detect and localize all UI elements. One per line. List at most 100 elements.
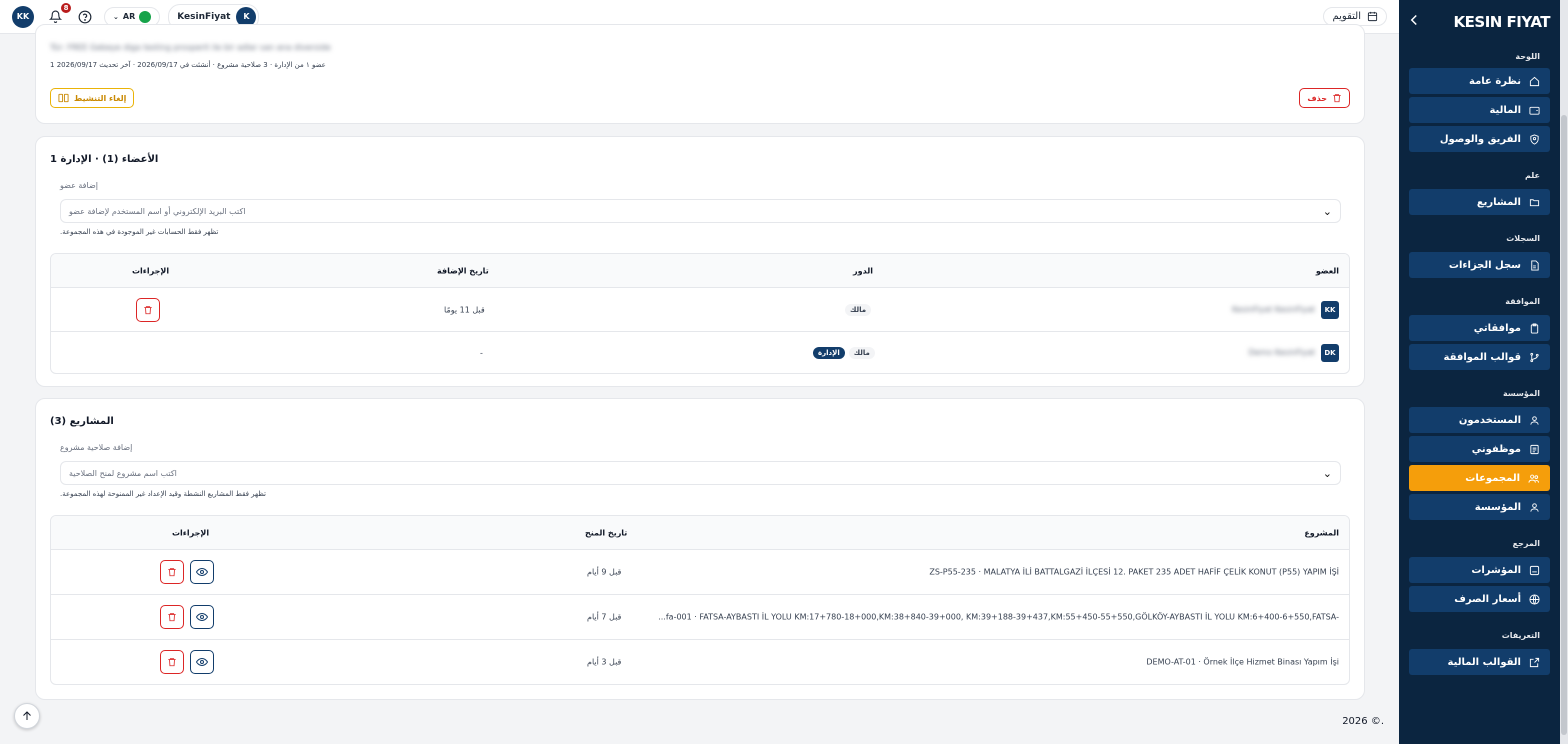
projects-table-header: المشروع تاريخ المنح الإجراءات [51,516,1349,550]
sidebar-item-label: موافقاتي [1473,322,1521,334]
group-info-card: Tür: FREE Gebeye diga testing prosperit … [35,24,1365,124]
sidebar-item-finance-templates[interactable]: القوالب المالية [1409,649,1550,675]
sidebar-item-groups[interactable]: المجموعات [1409,465,1550,491]
col-granted: تاريخ المنح [585,528,628,537]
clipboard-icon [1530,322,1539,334]
trash-icon [168,658,176,667]
external-link-icon [1529,657,1540,667]
folder-icon [1529,198,1540,206]
col-member: العضو [1315,266,1339,275]
sidebar-item-label: المشاريع [1476,196,1521,208]
eye-icon [196,567,208,577]
sidebar-section-reference: المرجع [1512,538,1540,548]
sidebar: KESIN FIYAT اللوحة نظرة عامة المالية الف… [1399,0,1560,744]
revoke-project-button[interactable] [160,650,184,674]
view-project-button[interactable] [190,605,214,629]
role-chip: مالك [845,303,872,316]
trash-icon [144,305,152,314]
sidebar-item-approval-templates[interactable]: قوالب الموافقة [1409,344,1550,370]
sidebar-item-label: المستخدمون [1458,414,1521,426]
calendar-icon [1367,11,1378,22]
scrollbar-thumb[interactable] [1561,115,1567,735]
col-project: المشروع [1304,528,1339,537]
notifications-badge: 8 [59,0,73,15]
revoke-project-button[interactable] [160,605,184,629]
sidebar-item-label: المجموعات [1465,472,1520,484]
col-actions: الإجراءات [132,266,170,275]
shield-user-icon [1530,133,1539,145]
sidebar-item-label: أسعار الصرف [1454,593,1521,605]
gauge-icon [1529,565,1540,575]
granted-date: قبل 7 أيام [587,612,622,622]
admin-badge: الإدارة [813,346,845,359]
file-text-icon [1531,259,1539,271]
sidebar-item-label: نظرة عامة [1469,75,1521,87]
table-row: ...fa-001 · FATSA-AYBASTI İL YOLU KM:17+… [51,595,1349,640]
view-project-button[interactable] [190,650,214,674]
scroll-to-top-button[interactable] [14,703,40,729]
collapse-sidebar-button[interactable] [1409,14,1419,30]
trash-icon [168,613,176,622]
sidebar-section-definitions: التعريفات [1501,630,1540,640]
add-member-hint: تظهر فقط الحسابات غير الموجودة في هذه ال… [60,228,219,236]
col-role: الدور [853,266,873,275]
help-icon [78,10,92,23]
member-avatar: DK [1321,343,1339,362]
sidebar-item-employees[interactable]: موظفوني [1409,436,1550,462]
members-table-header: العضو الدور تاريخ الإضافة الإجراءات [51,254,1349,288]
main-content: Tür: FREE Gebeye diga testing prosperit … [0,24,1399,744]
notifications-button[interactable]: 8 [46,0,73,26]
add-project-label: إضافة صلاحية مشروع [60,443,133,452]
projects-table: المشروع تاريخ المنح الإجراءات ZS-P55-235… [50,515,1350,685]
members-card: الأعضاء (1) · الإدارة 1 إضافة عضو اكتب ا… [35,136,1365,387]
sidebar-item-institution[interactable]: المؤسسة [1409,494,1550,520]
table-row: Demo KesinFiyat DK الإدارة مالك - [51,332,1349,373]
deactivate-button[interactable]: إلغاء التنشيط [50,88,135,108]
sidebar-item-users[interactable]: المستخدمون [1409,407,1550,433]
add-member-combobox[interactable]: اكتب البريد الإلكتروني أو اسم المستخدم ل… [60,199,1341,223]
add-project-hint: تظهر فقط المشاريع النشطة وقيد الإعداد غي… [60,490,266,498]
wallet-icon [1529,106,1540,115]
help-button[interactable] [76,8,94,26]
sidebar-item-my-approvals[interactable]: موافقاتي [1409,315,1550,341]
add-member-placeholder: اكتب البريد الإلكتروني أو اسم المستخدم ل… [69,206,246,216]
footer-copyright: 2026 ©. [1342,716,1384,727]
table-row: ZS-P55-235 · MALATYA İLİ BATTALGAZİ İLÇE… [51,550,1349,595]
eye-icon [196,657,208,667]
remove-member-button[interactable] [136,297,160,322]
delete-label: حذف [1307,93,1327,103]
table-row: DEMO-AT-01 · Örnek İlçe Hizmet Binası Ya… [51,640,1349,684]
add-project-combobox[interactable]: اكتب اسم مشروع لمنح الصلاحية ⌄ [60,461,1341,485]
granted-date: قبل 9 أيام [587,567,622,577]
sidebar-item-projects[interactable]: المشاريع [1409,189,1550,215]
sidebar-item-overview[interactable]: نظرة عامة [1409,68,1550,94]
member-cell: Demo KesinFiyat DK [1248,343,1339,362]
sidebar-item-label: سجل الجزاءات [1448,259,1521,271]
user-group-icon [1530,502,1539,512]
sidebar-section-records: السجلات [1506,233,1540,243]
sidebar-item-finance[interactable]: المالية [1409,97,1550,123]
view-project-button[interactable] [190,560,214,584]
sidebar-item-label: القوالب المالية [1447,656,1521,668]
user-avatar[interactable]: KK [12,5,34,28]
sidebar-item-label: المؤشرات [1471,564,1521,576]
sidebar-item-penalties[interactable]: سجل الجزاءات [1409,252,1550,278]
sidebar-item-team[interactable]: الفريق والوصول [1409,126,1550,152]
added-date: قبل 11 يومًا [444,305,485,314]
user-icon [1530,415,1539,425]
role-chip: مالك [848,346,875,359]
sidebar-item-exchange-rates[interactable]: أسعار الصرف [1409,586,1550,612]
chevron-down-icon: ⌄ [1322,204,1332,218]
sidebar-scrollbar[interactable] [1560,0,1568,744]
globe-icon [1529,593,1540,605]
sidebar-item-label: المالية [1489,104,1521,116]
add-member-label: إضافة عضو [60,181,98,190]
group-meta: عضو ١ من الإدارة · 3 صلاحية مشروع · أنشئ… [50,61,326,69]
sidebar-item-label: موظفوني [1471,443,1521,455]
trash-icon [1333,94,1341,103]
eye-icon [196,612,208,622]
delete-group-button[interactable]: حذف [1299,88,1350,108]
sidebar-item-indicators[interactable]: المؤشرات [1409,557,1550,583]
revoke-project-button[interactable] [160,560,184,584]
group-description: Tür: FREE Gebeye diga testing prosperit … [50,43,331,52]
